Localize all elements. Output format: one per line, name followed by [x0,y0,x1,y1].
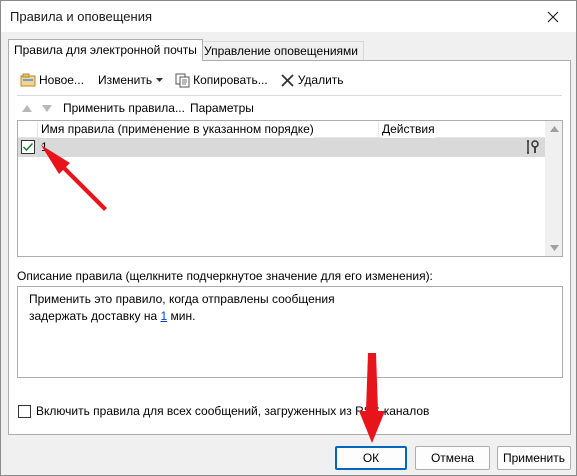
delay-text-before: задержать доставку на [29,309,161,323]
rules-and-alerts-dialog: Правила и оповещения Правила для электро… [0,0,577,476]
close-icon [547,11,559,22]
rule-description-label: Описание правила (щелкните подчеркнутое … [17,269,433,283]
rule-enabled-checkbox[interactable] [21,140,35,154]
toolbar-divider [17,95,562,96]
tab-email-rules[interactable]: Правила для электронной почты [8,39,203,61]
order-toolbar: Применить правила... Параметры [17,98,562,118]
cancel-button[interactable]: Отмена [415,446,490,470]
copy-rule-label: Копировать... [193,73,268,87]
rules-list-scrollbar[interactable] [545,121,562,256]
triangle-down-icon [42,104,52,112]
rule-name: 1 [41,140,48,154]
chevron-down-icon [156,78,164,82]
window-title: Правила и оповещения [10,9,153,24]
title-bar: Правила и оповещения [1,1,576,32]
column-divider [37,122,38,137]
apply-rules-link[interactable]: Применить правила... [63,101,185,115]
rule-description-box: Применить это правило, когда отправлены … [17,286,563,378]
column-divider [378,122,379,137]
rss-rules-option[interactable]: Включить правила для всех сообщений, заг… [18,404,429,418]
scroll-up-icon [550,126,559,132]
delay-text-after: мин. [167,309,196,323]
move-down-button[interactable] [37,99,57,117]
copy-rule-button[interactable]: Копировать... [172,69,271,91]
tab-strip: Правила для электронной почты Управление… [8,39,568,61]
rule-description-line-1: Применить это правило, когда отправлены … [29,292,335,306]
triangle-up-icon [22,104,32,112]
rules-list: Имя правила (применение в указанном поря… [17,120,563,257]
move-up-button[interactable] [17,99,37,117]
ok-button[interactable]: ОК [335,446,407,470]
delete-icon [281,73,294,87]
rule-description-line-2: задержать доставку на 1 мин. [29,308,551,325]
rules-toolbar: Новое... Изменить Копировать... Удалить [17,68,562,92]
new-rule-icon [20,73,36,87]
rule-actions-icon [527,140,539,154]
column-header-actions[interactable]: Действия [382,121,435,138]
rss-rules-checkbox[interactable] [18,404,31,418]
options-link[interactable]: Параметры [190,101,254,115]
rule-row[interactable]: 1 [18,138,546,157]
change-rule-button[interactable]: Изменить [95,69,170,91]
delete-rule-label: Удалить [297,73,344,87]
new-rule-label: Новое... [39,73,84,87]
close-button[interactable] [530,1,576,32]
scroll-down-icon [550,245,559,251]
apply-button[interactable]: Применить [497,446,571,470]
checkmark-icon [22,142,34,152]
copy-icon [175,73,190,87]
email-rules-panel: Новое... Изменить Копировать... Удалить … [8,60,571,435]
tab-manage-alerts[interactable]: Управление оповещениями [198,41,364,61]
change-rule-label: Изменить [97,73,153,87]
column-header-rule-name[interactable]: Имя правила (применение в указанном поря… [41,121,314,138]
delete-rule-button[interactable]: Удалить [277,69,347,91]
new-rule-button[interactable]: Новое... [17,69,87,91]
rss-rules-label: Включить правила для всех сообщений, заг… [36,404,430,418]
